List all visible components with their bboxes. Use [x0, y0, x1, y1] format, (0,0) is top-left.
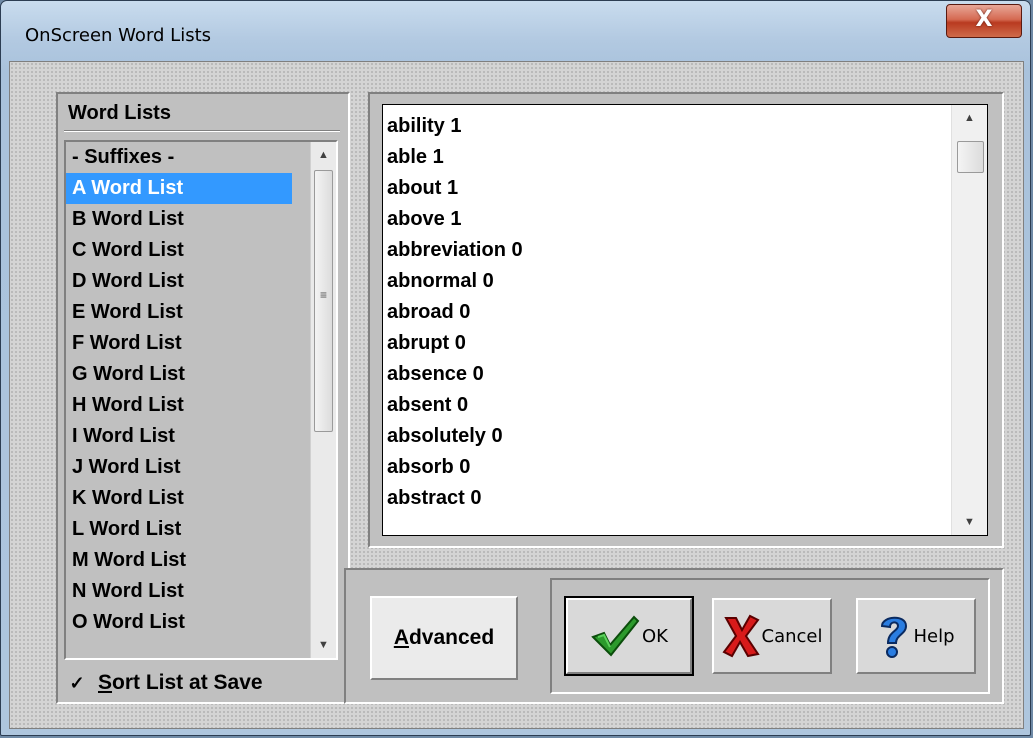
- sort-list-checkbox[interactable]: ✓: [68, 674, 86, 692]
- triangle-down-icon: ▼: [318, 639, 329, 651]
- word-item[interactable]: abroad 0: [387, 297, 523, 328]
- word-lists-scrollbar[interactable]: ▲ ≡ ▼: [310, 142, 336, 658]
- word-item[interactable]: absent 0: [387, 390, 523, 421]
- close-button[interactable]: X: [946, 4, 1022, 38]
- dialog-client-area: Word Lists - Suffixes -A Word List B Word…: [9, 61, 1024, 729]
- scroll-thumb[interactable]: ≡: [314, 170, 333, 432]
- triangle-up-icon: ▲: [964, 112, 975, 124]
- word-list-item[interactable]: E Word List: [66, 297, 292, 328]
- word-item[interactable]: above 1: [387, 204, 523, 235]
- word-item[interactable]: absence 0: [387, 359, 523, 390]
- word-list-item[interactable]: O Word List: [66, 607, 292, 638]
- heading-divider: [64, 130, 340, 132]
- word-list-item[interactable]: H Word List: [66, 390, 292, 421]
- cancel-button[interactable]: Cancel: [712, 598, 832, 674]
- words-items: ability 1 able 1 about 1 above 1 abbreviatio…: [387, 111, 523, 514]
- red-x-icon: [721, 614, 760, 658]
- word-item[interactable]: abbreviation 0: [387, 235, 523, 266]
- word-list-item[interactable]: F Word List: [66, 328, 292, 359]
- words-scrollbar[interactable]: ▲ ▼: [951, 105, 987, 535]
- word-lists-panel: Word Lists - Suffixes -A Word List B Word…: [56, 92, 350, 704]
- help-button[interactable]: Help: [856, 598, 976, 674]
- scroll-thumb[interactable]: [957, 141, 984, 173]
- sort-list-label: Sort List at Save: [98, 671, 263, 694]
- word-item[interactable]: about 1: [387, 173, 523, 204]
- scroll-up-arrow[interactable]: ▲: [311, 142, 336, 168]
- scroll-down-arrow[interactable]: ▼: [311, 632, 336, 658]
- word-lists-heading: Word Lists: [68, 102, 171, 124]
- word-list-item[interactable]: B Word List: [66, 204, 292, 235]
- word-list-item[interactable]: I Word List: [66, 421, 292, 452]
- word-item[interactable]: able 1: [387, 142, 523, 173]
- word-item[interactable]: abnormal 0: [387, 266, 523, 297]
- cancel-label: Cancel: [761, 625, 823, 647]
- word-list-item[interactable]: M Word List: [66, 545, 292, 576]
- word-lists-items: - Suffixes -A Word List B Word List C Word…: [66, 142, 292, 638]
- word-item[interactable]: abrupt 0: [387, 328, 523, 359]
- buttons-panel: Advanced OK Cancel Help: [344, 568, 1004, 704]
- word-list-item[interactable]: L Word List: [66, 514, 292, 545]
- triangle-down-icon: ▼: [964, 516, 975, 528]
- word-item[interactable]: absolutely 0: [387, 421, 523, 452]
- word-list-item[interactable]: A Word List: [66, 173, 292, 204]
- window-title: OnScreen Word Lists: [25, 25, 212, 46]
- word-lists-listbox[interactable]: - Suffixes -A Word List B Word List C Word…: [64, 140, 338, 660]
- ok-label: OK: [642, 625, 668, 647]
- title-bar[interactable]: OnScreen Word Lists X: [1, 1, 1030, 61]
- green-checkmark-icon: [591, 615, 640, 657]
- word-item[interactable]: absorb 0: [387, 452, 523, 483]
- ok-button[interactable]: OK: [564, 596, 694, 676]
- word-item[interactable]: abstract 0: [387, 483, 523, 514]
- grip-icon: ≡: [319, 288, 327, 302]
- word-list-item[interactable]: D Word List: [66, 266, 292, 297]
- scroll-up-arrow[interactable]: ▲: [952, 105, 987, 131]
- word-list-item[interactable]: - Suffixes -: [66, 142, 292, 173]
- word-item[interactable]: ability 1: [387, 111, 523, 142]
- word-list-item[interactable]: K Word List: [66, 483, 292, 514]
- triangle-up-icon: ▲: [318, 149, 329, 161]
- advanced-button[interactable]: Advanced: [370, 596, 518, 680]
- word-list-item[interactable]: C Word List: [66, 235, 292, 266]
- words-listbox[interactable]: ability 1 able 1 about 1 above 1 abbreviatio…: [382, 104, 988, 536]
- scroll-down-arrow[interactable]: ▼: [952, 509, 987, 535]
- close-icon: X: [975, 7, 993, 32]
- dialog-button-group: OK Cancel Help: [550, 578, 990, 694]
- word-list-item[interactable]: N Word List: [66, 576, 292, 607]
- sort-list-checkbox-row[interactable]: ✓ Sort List at Save: [68, 668, 263, 698]
- dialog-window: OnScreen Word Lists X Word Lists - Suffi…: [0, 0, 1031, 736]
- word-list-item[interactable]: G Word List: [66, 359, 292, 390]
- help-label: Help: [913, 625, 955, 647]
- words-panel: ability 1 able 1 about 1 above 1 abbreviatio…: [368, 92, 1004, 548]
- word-list-item[interactable]: J Word List: [66, 452, 292, 483]
- blue-question-mark-icon: [881, 616, 908, 658]
